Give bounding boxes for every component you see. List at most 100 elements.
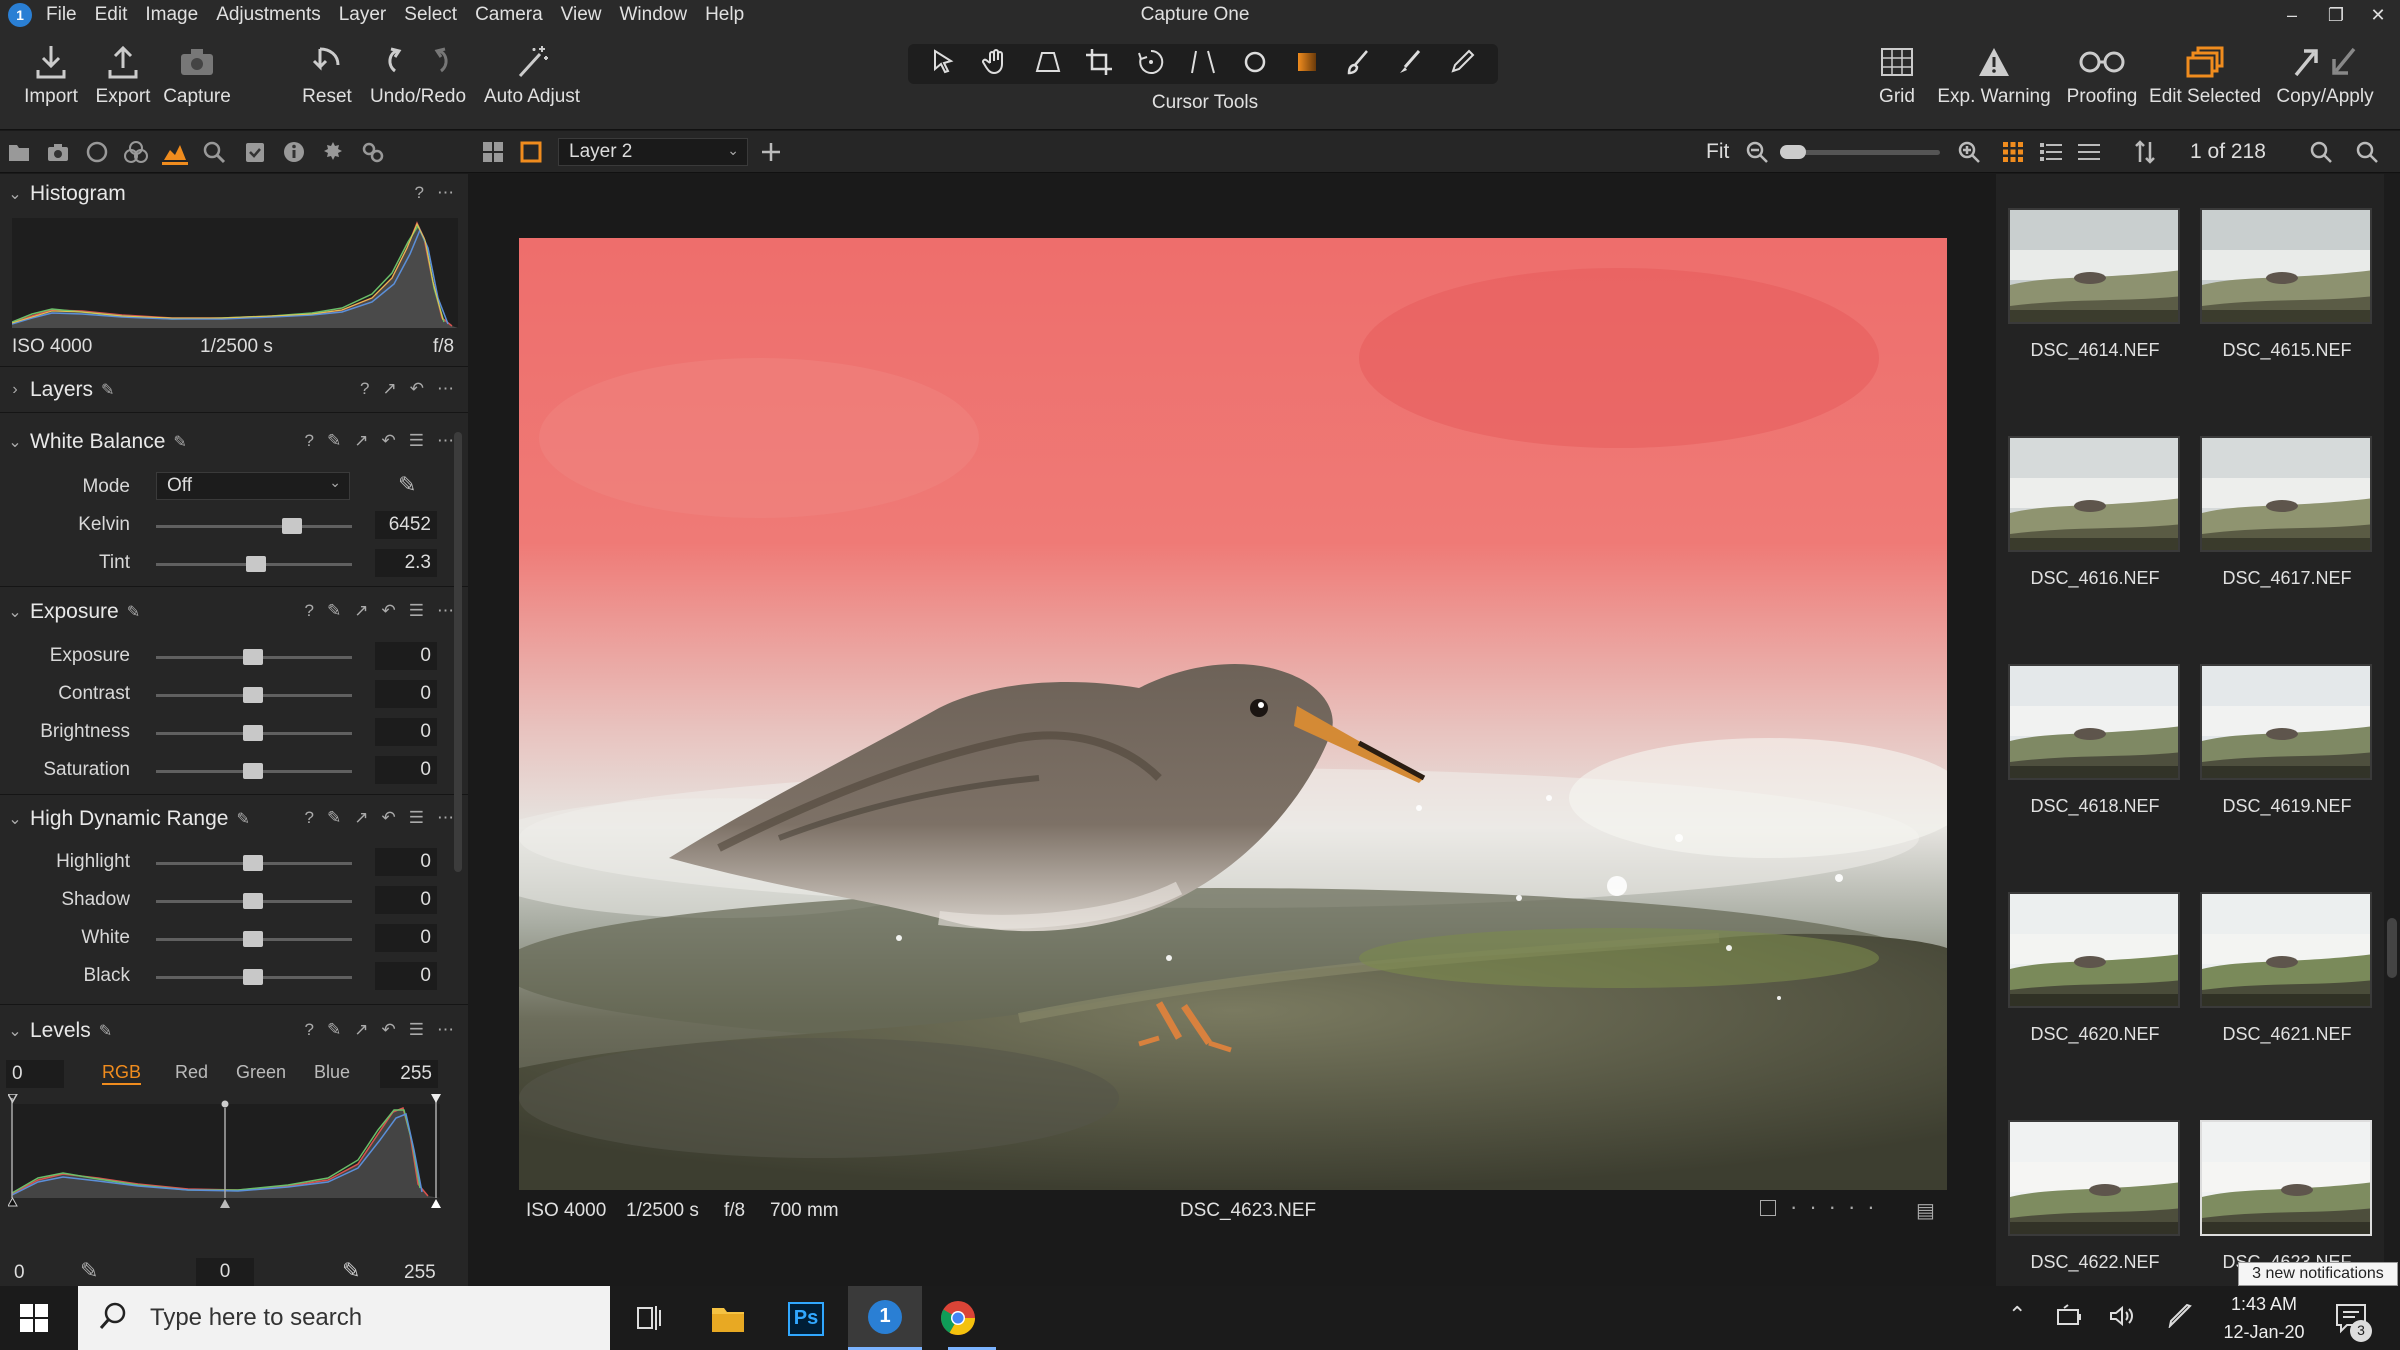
pipette-icon[interactable]: ✎	[173, 432, 186, 452]
copy-apply-button[interactable]: Copy/Apply	[2270, 42, 2380, 108]
pen-icon[interactable]: ✎	[327, 808, 341, 828]
levels-input-low[interactable]: 0	[6, 1060, 64, 1088]
capture-tab-icon[interactable]	[45, 139, 71, 165]
adjustments-tab-icon[interactable]	[242, 139, 268, 165]
crop-icon[interactable]	[1084, 47, 1114, 82]
pipette-icon[interactable]: ✎	[99, 1021, 112, 1041]
exposure-slider-handle[interactable]	[243, 649, 263, 665]
more-icon[interactable]: ⋯	[437, 601, 454, 621]
levels-output-low[interactable]: 0	[14, 1262, 25, 1284]
pen-icon[interactable]: ✎	[327, 431, 341, 451]
hdr-header[interactable]: ⌄ High Dynamic Range ✎ ? ✎ ↗ ↶ ☰ ⋯	[0, 799, 468, 839]
exposure-tab-icon[interactable]	[162, 139, 188, 165]
hand-pan-icon[interactable]	[981, 47, 1011, 82]
kelvin-value[interactable]: 6452	[375, 511, 437, 539]
brush-icon[interactable]	[1343, 47, 1373, 82]
thumbnail-dsc-4619[interactable]	[2200, 664, 2372, 780]
more-icon[interactable]: ⋯	[437, 183, 454, 203]
white-slider-handle[interactable]	[243, 931, 263, 947]
browser-scroll-thumb[interactable]	[2387, 918, 2397, 978]
menu-adjustments[interactable]: Adjustments	[216, 4, 321, 26]
kelvin-slider-handle[interactable]	[282, 518, 302, 534]
thumbnail-dsc-4618[interactable]	[2008, 664, 2180, 780]
exposure-warning-button[interactable]: Exp. Warning	[1936, 42, 2052, 108]
pen-tablet-icon[interactable]	[2166, 1303, 2194, 1333]
menu-file[interactable]: File	[46, 4, 77, 26]
reset-small-icon[interactable]: ↶	[410, 379, 424, 399]
expand-icon[interactable]: ↗	[354, 1020, 368, 1040]
mask-brush-icon[interactable]	[1395, 47, 1425, 82]
saturation-value[interactable]: 0	[375, 756, 437, 784]
white-point-picker-icon[interactable]: ✎	[342, 1258, 360, 1284]
exposure-header[interactable]: ⌄ Exposure ✎ ? ✎ ↗ ↶ ☰ ⋯	[0, 592, 468, 632]
help-icon[interactable]: ?	[360, 379, 369, 399]
help-icon[interactable]: ?	[305, 601, 314, 621]
taskbar-time[interactable]: 1:43 AM	[2214, 1294, 2314, 1315]
saturation-slider-handle[interactable]	[243, 763, 263, 779]
taskbar-date[interactable]: 12-Jan-20	[2214, 1322, 2314, 1343]
exposure-value[interactable]: 0	[375, 642, 437, 670]
expand-icon[interactable]: ↗	[354, 431, 368, 451]
expand-icon[interactable]: ↗	[354, 808, 368, 828]
search-icon[interactable]	[2354, 139, 2380, 165]
thumbnail-view-icon[interactable]	[2000, 139, 2026, 165]
reset-small-icon[interactable]: ↶	[382, 808, 396, 828]
panel-scrollbar[interactable]	[454, 432, 462, 872]
presets-icon[interactable]: ☰	[409, 431, 424, 451]
auto-adjust-button[interactable]: Auto Adjust	[480, 42, 584, 108]
thumbnail-dsc-4621[interactable]	[2200, 892, 2372, 1008]
file-explorer-icon[interactable]	[710, 1302, 746, 1339]
levels-output-high[interactable]: 255	[404, 1262, 436, 1284]
browser-zoom-icon[interactable]	[2308, 139, 2334, 165]
chrome-icon[interactable]	[940, 1300, 976, 1341]
show-hidden-icons-chevron-up-icon[interactable]: ⌃	[2008, 1302, 2026, 1328]
brightness-value[interactable]: 0	[375, 718, 437, 746]
zoom-out-icon[interactable]	[1744, 139, 1770, 165]
menu-camera[interactable]: Camera	[475, 4, 543, 26]
details-tab-icon[interactable]	[201, 139, 227, 165]
pen-icon[interactable]: ✎	[327, 601, 341, 621]
presets-icon[interactable]: ☰	[409, 1020, 424, 1040]
keystone-lines-icon[interactable]	[1188, 47, 1218, 82]
menu-image[interactable]: Image	[145, 4, 198, 26]
import-button[interactable]: Import	[16, 42, 86, 108]
info-toggle-icon[interactable]: ▤	[1916, 1198, 1935, 1223]
proofing-button[interactable]: Proofing	[2058, 42, 2146, 108]
levels-channel-red[interactable]: Red	[175, 1062, 208, 1083]
more-icon[interactable]: ⋯	[437, 1020, 454, 1040]
tint-value[interactable]: 2.3	[375, 549, 437, 577]
main-photo[interactable]	[519, 238, 1947, 1190]
levels-histogram[interactable]	[8, 1094, 444, 1214]
thumbnail-dsc-4623[interactable]	[2200, 1120, 2372, 1236]
color-tab-icon[interactable]	[123, 139, 149, 165]
zoom-in-icon[interactable]	[1956, 139, 1982, 165]
grid-button[interactable]: Grid	[1862, 42, 1932, 108]
contrast-slider-handle[interactable]	[243, 687, 263, 703]
white-balance-header[interactable]: ⌄ White Balance ✎ ? ✎ ↗ ↶ ☰ ⋯	[0, 422, 468, 462]
pipette-icon[interactable]: ✎	[101, 380, 114, 400]
windows-start-icon[interactable]	[20, 1304, 48, 1337]
kelvin-slider[interactable]	[156, 525, 352, 528]
thumbnail-dsc-4620[interactable]	[2008, 892, 2180, 1008]
more-icon[interactable]: ⋯	[437, 379, 454, 399]
black-point-picker-icon[interactable]: ✎	[80, 1258, 98, 1284]
edit-selected-button[interactable]: Edit Selected	[2148, 42, 2262, 108]
expand-icon[interactable]: ↗	[383, 379, 397, 399]
layer-select[interactable]: Layer 2 ⌄	[558, 138, 748, 166]
star-rating-dots[interactable]: ·····	[1790, 1194, 1887, 1220]
capture-button[interactable]: Capture	[160, 42, 234, 108]
minimize-icon[interactable]: –	[2270, 0, 2314, 30]
more-icon[interactable]: ⋯	[437, 808, 454, 828]
layer-mask-icon[interactable]	[518, 139, 544, 165]
taskbar-search-box[interactable]: Type here to search	[78, 1286, 610, 1350]
lens-tab-icon[interactable]	[84, 139, 110, 165]
eraser-icon[interactable]	[1447, 47, 1477, 82]
battery-icon[interactable]	[2056, 1304, 2084, 1333]
undo-redo-button[interactable]: Undo/Redo	[368, 42, 468, 108]
output-tab-icon[interactable]	[320, 139, 346, 165]
expand-icon[interactable]: ↗	[354, 601, 368, 621]
rotate-icon[interactable]	[1136, 47, 1166, 82]
layers-grid-icon[interactable]	[480, 139, 506, 165]
add-layer-icon[interactable]	[758, 139, 784, 165]
menu-edit[interactable]: Edit	[95, 4, 128, 26]
